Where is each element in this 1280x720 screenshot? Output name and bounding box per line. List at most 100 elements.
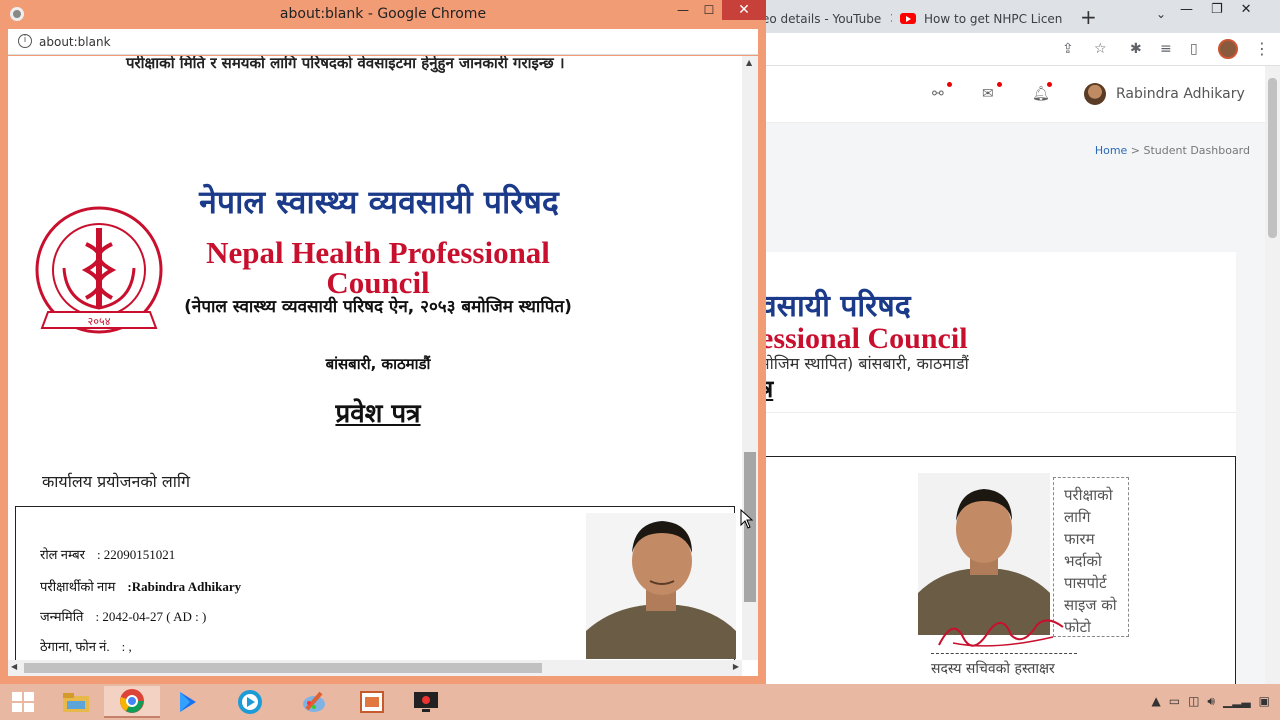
maximize-button[interactable]: ☐: [696, 0, 722, 20]
chrome-icon[interactable]: [104, 686, 160, 718]
roll-number-value: : 22090151021: [96, 547, 176, 562]
dob-value: : 2042-04-27 ( AD : ): [95, 609, 207, 624]
candidate-photo: [586, 513, 736, 659]
youtube-icon: [900, 13, 916, 24]
presentation-icon[interactable]: [344, 686, 400, 718]
mail-icon[interactable]: ✉: [982, 82, 1002, 102]
divider: [760, 412, 1236, 413]
tab-search-icon[interactable]: ⌄: [1156, 7, 1166, 21]
close-tab-icon[interactable]: ✕: [889, 11, 892, 27]
screen-recorder-icon[interactable]: [398, 686, 454, 718]
council-logo: २०५४: [35, 206, 163, 334]
address-bar[interactable]: i about:blank: [8, 29, 758, 55]
system-tray: ▲ ▭ ◫ 🔊︎ ▁▂▃ ▣: [1151, 694, 1270, 709]
window-controls: — ☐ ✕: [670, 0, 766, 22]
paint-icon[interactable]: [286, 686, 342, 718]
address-phone-row: ठेगाना, फोन नं. : ,: [40, 637, 132, 655]
more-menu-icon[interactable]: ⋮: [1254, 39, 1270, 58]
info-icon[interactable]: i: [18, 34, 32, 48]
minimize-button[interactable]: —: [670, 0, 696, 20]
show-hidden-icons-icon[interactable]: ▲: [1151, 694, 1160, 709]
popup-content: परीक्षाको मिति र समयको लागि परिषदको वेवस…: [8, 56, 758, 676]
volume-icon[interactable]: 🔊︎: [1207, 694, 1215, 709]
dob-label: जन्ममिति: [40, 609, 84, 624]
student-dashboard-page: ⚯ ✉ 🔔︎ Rabindra Adhikary Home > Student …: [760, 66, 1265, 684]
battery-icon[interactable]: ▭: [1169, 694, 1180, 709]
dashboard-header: ⚯ ✉ 🔔︎ Rabindra Adhikary: [760, 66, 1265, 123]
tab-youtube-video-details[interactable]: eo details - YouTube ✕: [762, 4, 892, 33]
vertical-scrollbar[interactable]: ▲: [742, 56, 758, 660]
logo-year: २०५४: [88, 315, 111, 328]
admit-card-preview: वसायी परिषद essional Council मोजिम स्थाप…: [760, 252, 1236, 684]
url-text[interactable]: about:blank: [39, 35, 111, 49]
member-secretary-signature-label: सदस्य सचिवको हस्ताक्षर: [931, 661, 1055, 677]
signature-line: [931, 653, 1077, 654]
window-title: about:blank - Google Chrome: [279, 6, 487, 22]
candidate-name-value: :Rabindra Adhikary: [127, 579, 242, 594]
background-chrome-window: eo details - YouTube ✕ How to get NHPC L…: [760, 0, 1280, 684]
dob-row: जन्ममिति : 2042-04-27 ( AD : ): [40, 607, 206, 625]
extensions-icon[interactable]: ✱: [1130, 41, 1142, 57]
exam-notice-line: परीक्षाको मिति र समयको लागि परिषदको वेवस…: [126, 56, 565, 72]
established-line: (नेपाल स्वास्थ्य व्यवसायी परिषद ऐन, २०५३…: [184, 297, 572, 317]
background-toolbar: ⇪ ☆ ✱ ≡ ▯ ⋮: [760, 33, 1280, 66]
breadcrumb-home[interactable]: Home: [1095, 144, 1127, 157]
breadcrumb-separator: >: [1127, 144, 1144, 157]
profile-avatar[interactable]: [1218, 39, 1238, 59]
roll-number-label: रोल नम्बर: [40, 547, 85, 562]
network-icon[interactable]: ◫: [1188, 694, 1199, 709]
council-name-english: Nepal Health Professional Council: [206, 235, 550, 300]
scroll-up-arrow-icon[interactable]: ▲: [746, 58, 752, 67]
side-panel-icon[interactable]: ▯: [1190, 41, 1198, 57]
office-use-label: कार्यालय प्रयोजनको लागि: [42, 472, 191, 491]
bell-icon[interactable]: 🔔︎: [1032, 82, 1052, 102]
share-nodes-icon[interactable]: ⚯: [932, 82, 952, 102]
mouse-cursor-icon: [740, 509, 754, 529]
council-title-nepali: वसायी परिषद: [760, 289, 911, 324]
windows-start-icon[interactable]: [12, 692, 34, 712]
breadcrumb: Home > Student Dashboard: [1095, 144, 1250, 157]
scroll-right-arrow-icon[interactable]: ▶: [733, 662, 739, 671]
minimize-icon[interactable]: —: [1180, 2, 1193, 17]
kinemaster-icon[interactable]: [222, 686, 278, 718]
bookmark-star-icon[interactable]: ☆: [1094, 41, 1107, 57]
address-phone-label: ठेगाना, फोन नं.: [40, 639, 110, 654]
window-controls: — ❐ ✕: [1180, 2, 1252, 17]
restore-icon[interactable]: ❐: [1211, 2, 1223, 17]
tab-nhpc-licence[interactable]: How to get NHPC Licen ✕: [900, 4, 1068, 33]
page-scrollbar[interactable]: [1265, 66, 1280, 684]
popup-chrome-window: about:blank - Google Chrome — ☐ ✕ i abou…: [0, 0, 766, 684]
council-title-english: essional Council: [760, 322, 968, 355]
candidate-info-box: रोल नम्बर : 22090151021 परीक्षार्थीको नाम…: [15, 506, 736, 660]
tab-label: How to get NHPC Licen: [924, 11, 1063, 26]
address-phone-value: : ,: [121, 639, 132, 654]
close-icon[interactable]: ✕: [1241, 2, 1252, 17]
scrollbar-thumb[interactable]: [24, 663, 542, 673]
windows-taskbar: ▲ ▭ ◫ 🔊︎ ▁▂▃ ▣: [0, 684, 1280, 720]
scroll-left-arrow-icon[interactable]: ◀: [11, 662, 17, 671]
roll-number-row: रोल नम्बर : 22090151021: [40, 545, 175, 563]
avatar[interactable]: [1084, 83, 1106, 105]
share-icon[interactable]: ⇪: [1062, 41, 1074, 57]
candidate-name-label: परीक्षार्थीको नाम: [40, 579, 116, 594]
user-name[interactable]: Rabindra Adhikary: [1116, 86, 1245, 102]
horizontal-scrollbar[interactable]: ◀ ▶: [8, 660, 742, 676]
play-store-icon[interactable]: [160, 686, 216, 718]
breadcrumb-current: Student Dashboard: [1143, 144, 1250, 157]
popup-title-bar[interactable]: about:blank - Google Chrome — ☐ ✕: [0, 0, 766, 28]
signature-image: [938, 619, 1064, 647]
signal-icon[interactable]: ▁▂▃: [1223, 694, 1251, 709]
background-tab-strip: eo details - YouTube ✕ How to get NHPC L…: [760, 0, 1280, 33]
scrollbar-thumb[interactable]: [1268, 78, 1277, 238]
established-line: मोजिम स्थापित) बांसबारी, काठमाडौं: [760, 354, 969, 373]
candidate-name-row: परीक्षार्थीको नाम :Rabindra Adhikary: [40, 577, 241, 595]
tab-label: eo details - YouTube: [762, 11, 882, 26]
council-address: बांसबारी, काठमाडौं: [325, 355, 431, 373]
media-control-icon[interactable]: ≡: [1160, 41, 1172, 57]
notification-icon[interactable]: ▣: [1259, 694, 1270, 709]
candidate-box: परीक्षाको लागि फारम भर्दाको पासपोर्ट साइ…: [764, 456, 1236, 684]
file-explorer-icon[interactable]: [48, 686, 104, 718]
new-tab-button[interactable]: +: [1080, 5, 1097, 29]
admit-card-document: परीक्षाको मिति र समयको लागि परिषदको वेवस…: [8, 56, 742, 660]
close-button[interactable]: ✕: [722, 0, 766, 20]
